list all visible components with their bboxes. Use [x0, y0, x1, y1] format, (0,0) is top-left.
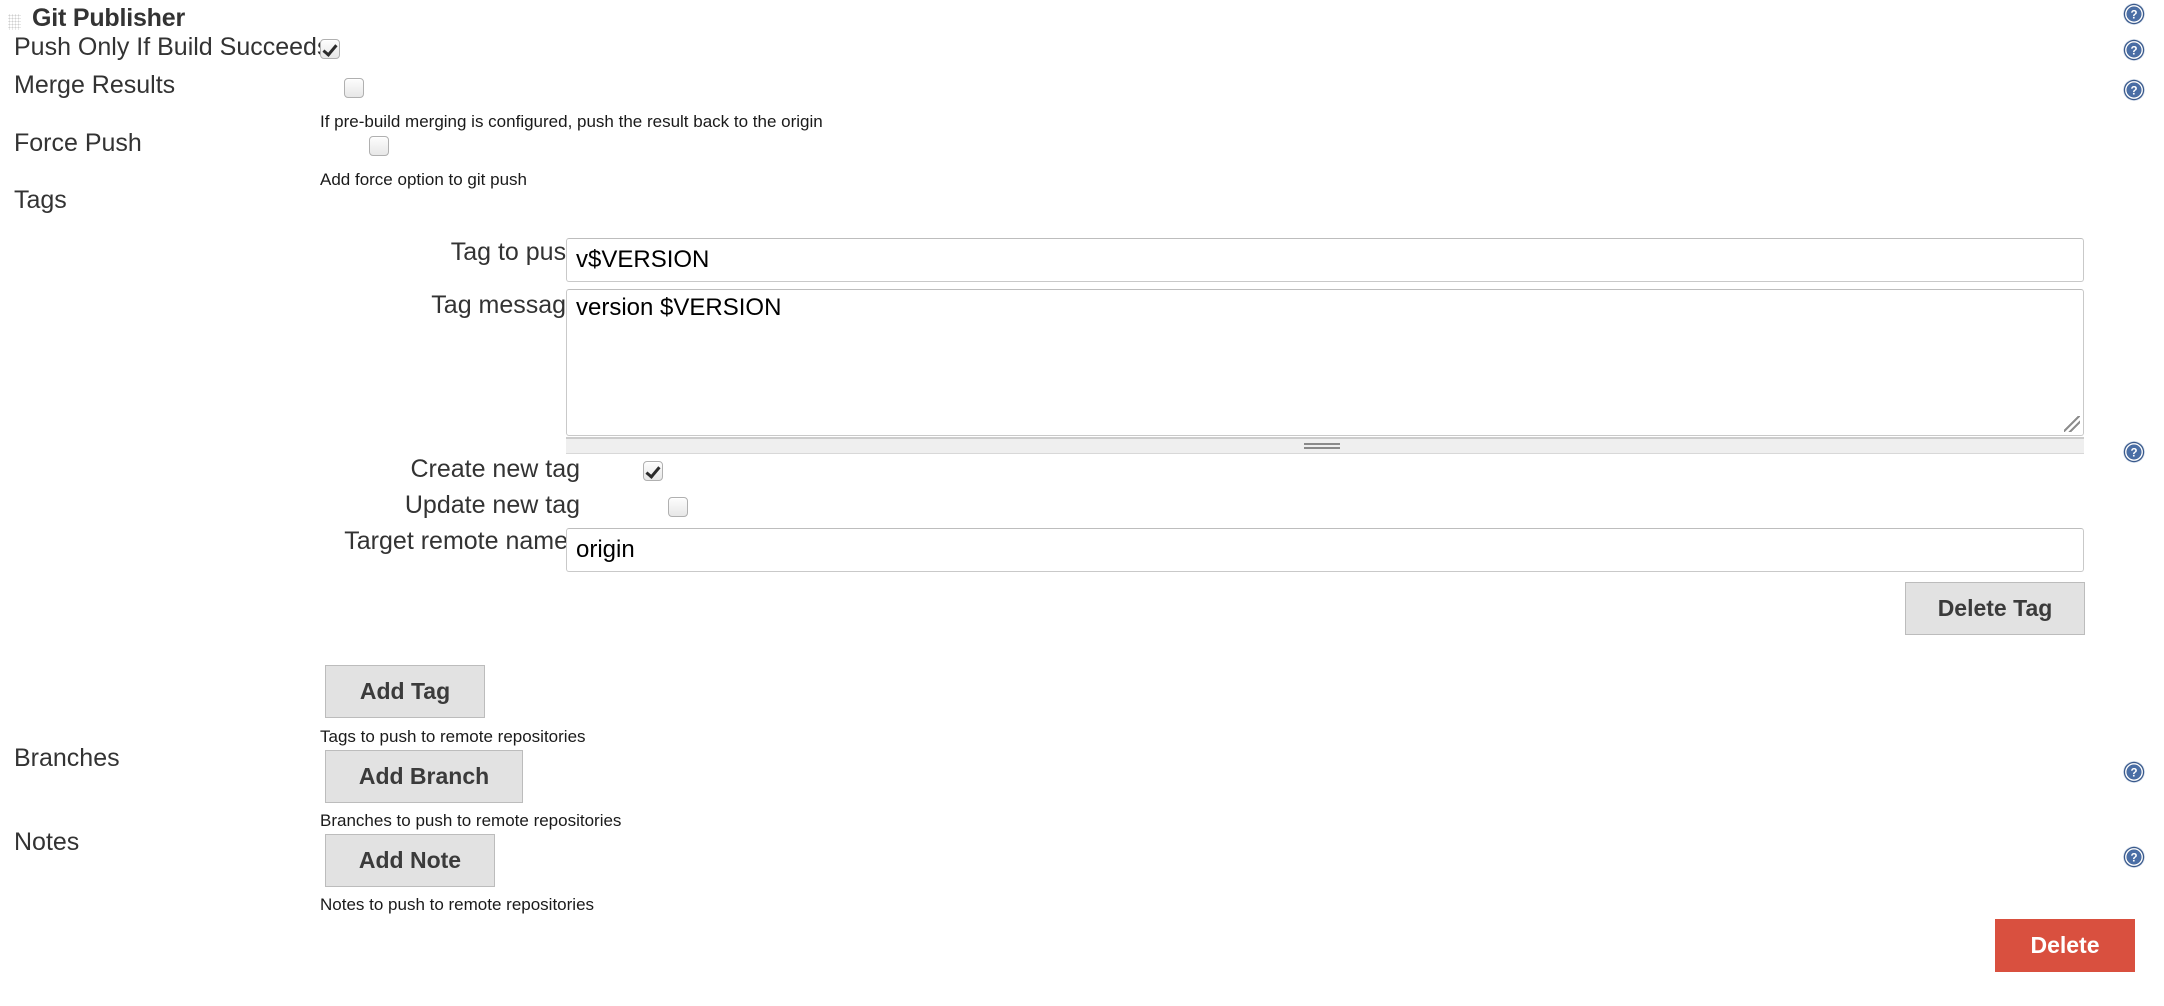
checkbox-merge-results[interactable]: [344, 78, 365, 98]
svg-text:?: ?: [2130, 853, 2137, 865]
help-icon-tags[interactable]: ?: [2122, 440, 2146, 464]
add-branch-button[interactable]: Add Branch: [325, 750, 523, 803]
svg-text:?: ?: [2130, 86, 2137, 98]
help-icon-merge-results[interactable]: ?: [2122, 38, 2146, 62]
help-icon-notes[interactable]: ?: [2122, 845, 2146, 869]
checkbox-push-only-if-build-succeeds[interactable]: [320, 39, 340, 59]
description-merge-results: If pre-build merging is configured, push…: [320, 112, 823, 131]
svg-text:?: ?: [2130, 46, 2137, 58]
svg-text:?: ?: [2130, 448, 2137, 460]
label-tags: Tags: [14, 186, 67, 214]
label-branches: Branches: [14, 744, 120, 772]
description-tags: Tags to push to remote repositories: [320, 727, 586, 746]
label-notes: Notes: [14, 828, 80, 856]
description-notes: Notes to push to remote repositories: [320, 895, 595, 914]
checkbox-update-new-tag[interactable]: [667, 497, 688, 517]
label-target-remote-name: Target remote name: [344, 527, 568, 555]
drag-handle-icon[interactable]: [8, 14, 21, 30]
svg-text:?: ?: [2130, 768, 2137, 780]
delete-button[interactable]: Delete: [1995, 919, 2135, 972]
delete-tag-button[interactable]: Delete Tag: [1905, 582, 2085, 635]
textarea-tag-message[interactable]: [566, 289, 2084, 436]
splitter-grip-icon: [1304, 443, 1340, 450]
label-update-new-tag: Update new tag: [404, 491, 580, 519]
label-force-push: Force Push: [14, 129, 142, 157]
label-push-only-if-build-succeeds: Push Only If Build Succeeds: [14, 33, 330, 61]
textarea-splitter-bar[interactable]: [566, 437, 2084, 454]
description-branches: Branches to push to remote repositories: [320, 811, 622, 830]
help-icon-branches[interactable]: ?: [2122, 760, 2146, 784]
add-note-button[interactable]: Add Note: [325, 834, 495, 887]
description-force-push: Add force option to git push: [320, 170, 527, 189]
help-icon-push-only-if-build-succeeds[interactable]: ?: [2122, 2, 2146, 26]
help-icon-force-push[interactable]: ?: [2122, 78, 2146, 102]
label-tag-to-push: Tag to push: [450, 238, 580, 266]
input-target-remote-name[interactable]: [566, 528, 2084, 572]
checkbox-create-new-tag[interactable]: [643, 461, 664, 481]
input-tag-to-push[interactable]: [566, 238, 2084, 282]
label-tag-message: Tag message: [431, 291, 580, 319]
add-tag-button[interactable]: Add Tag: [325, 665, 485, 718]
checkbox-force-push[interactable]: [368, 136, 389, 156]
section-header: Git Publisher: [0, 4, 2164, 34]
label-merge-results: Merge Results: [14, 71, 176, 99]
label-create-new-tag: Create new tag: [410, 455, 580, 483]
page-title: Git Publisher: [32, 4, 185, 32]
svg-text:?: ?: [2130, 10, 2137, 22]
